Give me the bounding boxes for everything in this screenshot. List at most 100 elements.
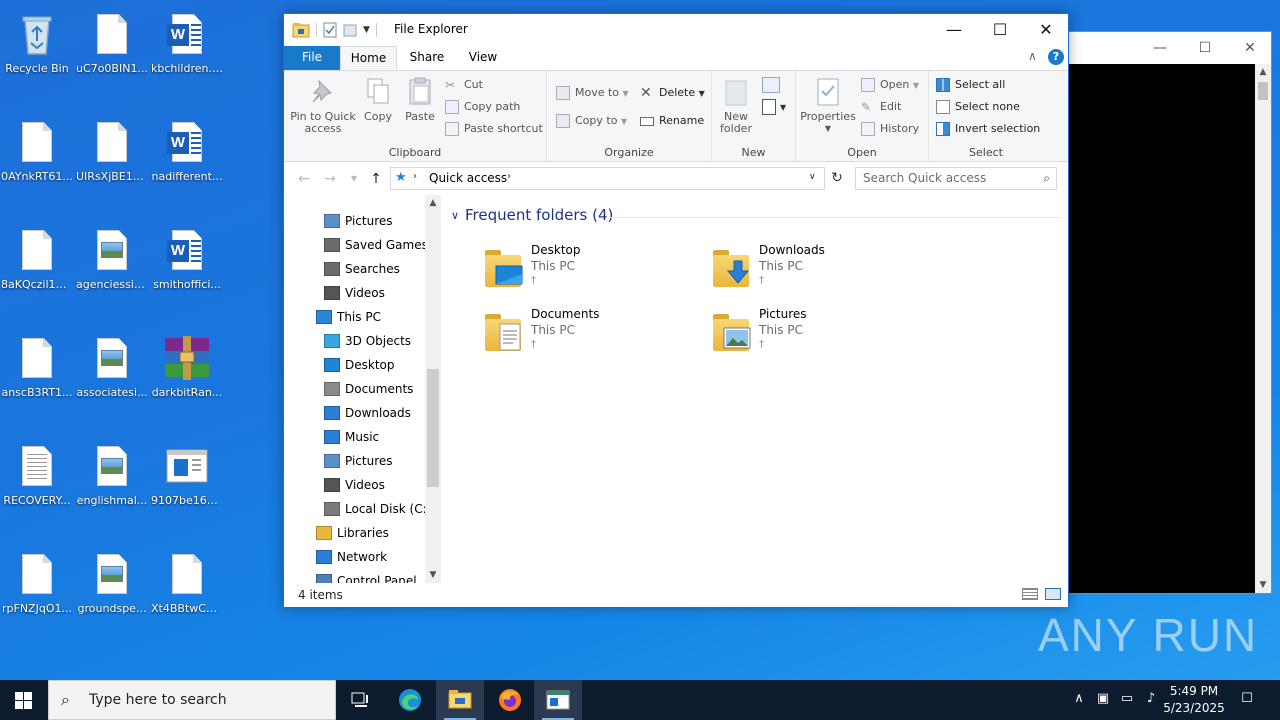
scroll-down-icon[interactable]: ▼ (425, 567, 441, 583)
folder-item[interactable]: Downloads This PC † (713, 241, 933, 301)
desktop-icon-file[interactable]: W kbchildren.rtf (150, 4, 224, 100)
select-none-button[interactable]: Select none (935, 97, 1020, 117)
folder-item[interactable]: Desktop This PC † (485, 241, 705, 301)
scroll-up-icon[interactable]: ▲ (425, 195, 441, 211)
desktop-icon-file[interactable]: associatesi... (75, 328, 149, 424)
details-view-icon[interactable] (1022, 588, 1038, 600)
new-item-icon[interactable] (762, 77, 780, 93)
taskbar-app-firefox[interactable] (486, 680, 534, 720)
breadcrumb-chevron-icon[interactable]: › (507, 171, 511, 182)
desktop-icon-file[interactable]: Xt4BBtwC1... (150, 544, 224, 640)
desktop-icon-file[interactable]: anscB3RT1... (0, 328, 74, 424)
section-header[interactable]: Frequent folders (4) (465, 206, 613, 224)
notifications-icon[interactable]: ☐ (1238, 691, 1256, 709)
collapse-ribbon-icon[interactable]: ∧ (1028, 49, 1037, 63)
back-arrow-icon[interactable]: ← (294, 169, 314, 189)
taskbar-search[interactable]: ⌕ Type here to search (48, 680, 336, 720)
copy-path-button[interactable]: Copy path (444, 97, 520, 117)
desktop-icon-label: nadifferent... (151, 170, 223, 183)
large-icons-view-icon[interactable] (1045, 588, 1061, 600)
cut-button[interactable]: ✂ Cut (444, 75, 483, 95)
desktop-icon-file[interactable]: agenciessix... (75, 220, 149, 316)
invert-selection-icon (936, 122, 950, 136)
minimize-icon[interactable]: — (931, 14, 977, 46)
new-folder-button[interactable]: New folder (716, 75, 756, 135)
show-hidden-icons-icon[interactable]: ∧ (1070, 691, 1088, 709)
maximize-icon[interactable]: ☐ (1182, 32, 1228, 64)
desktop-icon-recycle-bin[interactable]: Recycle Bin (0, 4, 74, 100)
file-explorer-window[interactable]: ▼ File Explorer — ☐ ✕ File Home Share Vi… (283, 13, 1069, 607)
desktop-icon-file[interactable]: 9107be160f... (150, 436, 224, 532)
copy-button[interactable]: Copy (358, 75, 398, 123)
copy-to-button[interactable]: Copy to ▼ (555, 111, 627, 131)
taskbar-app-file-explorer[interactable] (436, 680, 484, 720)
recent-locations-icon[interactable]: ▼ (344, 169, 364, 189)
properties-icon[interactable] (323, 22, 337, 38)
desktop-icon-file[interactable]: RECOVERY... (0, 436, 74, 532)
history-button[interactable]: History (860, 119, 919, 139)
desktop-icon-file[interactable]: W smithoffici... (150, 220, 224, 316)
delete-button[interactable]: ✕ Delete ▼ (639, 83, 705, 103)
properties-button[interactable]: Properties ▼ (798, 75, 858, 135)
desktop-icon-file[interactable]: darkbitRan... (150, 328, 224, 424)
dropdown-icon[interactable]: ▼ (780, 103, 786, 112)
breadcrumb-chevron-icon[interactable]: › (413, 171, 417, 182)
desktop-icon-file[interactable]: 0AYnkRT61... (0, 112, 74, 208)
console-scrollbar[interactable]: ▲ ▼ (1255, 64, 1271, 593)
invert-selection-button[interactable]: Invert selection (935, 119, 1040, 139)
breadcrumb-quick-access[interactable]: Quick access (429, 171, 507, 185)
taskbar-app-edge[interactable] (386, 680, 434, 720)
minimize-icon[interactable]: — (1137, 32, 1183, 64)
tab-view[interactable]: View (456, 46, 510, 70)
console-window[interactable]: — ☐ ✕ ▲ ▼ (1050, 31, 1272, 594)
new-folder-icon[interactable] (343, 22, 357, 38)
nav-scrollbar[interactable]: ▲ ▼ (425, 195, 441, 583)
help-icon[interactable]: ? (1048, 49, 1064, 65)
easy-access-icon[interactable] (762, 99, 776, 115)
scroll-thumb[interactable] (427, 369, 439, 487)
downloads-folder-icon (713, 245, 753, 289)
address-dropdown-icon[interactable]: ∨ (809, 172, 816, 182)
desktop-icon-file[interactable]: groundspe... (75, 544, 149, 640)
desktop-icon-file[interactable]: rpFNZJqO1... (0, 544, 74, 640)
tab-home[interactable]: Home (340, 46, 397, 70)
maximize-icon[interactable]: ☐ (977, 14, 1023, 46)
close-icon[interactable]: ✕ (1023, 14, 1069, 46)
scroll-thumb[interactable] (1258, 82, 1268, 100)
start-button[interactable] (0, 680, 48, 720)
device-icon[interactable]: ▣ (1094, 691, 1112, 709)
desktop-icon-file[interactable]: uC7o0BIN1... (75, 4, 149, 100)
console-titlebar[interactable]: — ☐ ✕ (1051, 32, 1271, 64)
forward-arrow-icon[interactable]: → (320, 169, 340, 189)
network-icon[interactable]: ▭ (1118, 691, 1136, 709)
titlebar[interactable]: ▼ File Explorer — ☐ ✕ (284, 14, 1068, 46)
close-icon[interactable]: ✕ (1227, 32, 1273, 64)
collapse-section-icon[interactable]: ∨ (451, 209, 459, 222)
clock[interactable]: 5:49 PM 5/23/2025 (1158, 683, 1230, 717)
move-to-button[interactable]: Move to ▼ (555, 83, 629, 103)
up-arrow-icon[interactable]: ↑ (366, 169, 386, 189)
taskbar-app-window[interactable] (534, 680, 582, 720)
tab-file[interactable]: File (284, 46, 340, 70)
scroll-up-icon[interactable]: ▲ (1255, 64, 1271, 80)
task-view-button[interactable] (336, 680, 384, 720)
scroll-down-icon[interactable]: ▼ (1255, 577, 1271, 593)
rename-button[interactable]: Rename (639, 111, 704, 131)
search-input[interactable]: Search Quick access ⌕ (855, 167, 1057, 190)
tab-share[interactable]: Share (402, 46, 452, 70)
customize-dropdown-icon[interactable]: ▼ (363, 25, 370, 35)
refresh-icon[interactable]: ↻ (827, 167, 847, 190)
folder-item[interactable]: Pictures This PC † (713, 305, 933, 365)
desktop-icon-file[interactable]: W nadifferent... (150, 112, 224, 208)
desktop-icon-file[interactable]: UIRsXjBE17... (75, 112, 149, 208)
desktop-icon-file[interactable]: 8aKQczil17... (0, 220, 74, 316)
desktop-icon-file[interactable]: englishmal... (75, 436, 149, 532)
edit-button[interactable]: ✎ Edit (860, 97, 901, 117)
folder-item[interactable]: Documents This PC † (485, 305, 705, 365)
paste-button[interactable]: Paste (400, 75, 440, 123)
pin-to-quick-access-button[interactable]: Pin to Quick access (290, 75, 356, 135)
open-button[interactable]: Open ▼ (860, 75, 919, 95)
address-bar[interactable]: ★ › Quick access › ∨ (390, 167, 825, 190)
paste-shortcut-button[interactable]: Paste shortcut (444, 119, 543, 139)
select-all-button[interactable]: Select all (935, 75, 1005, 95)
